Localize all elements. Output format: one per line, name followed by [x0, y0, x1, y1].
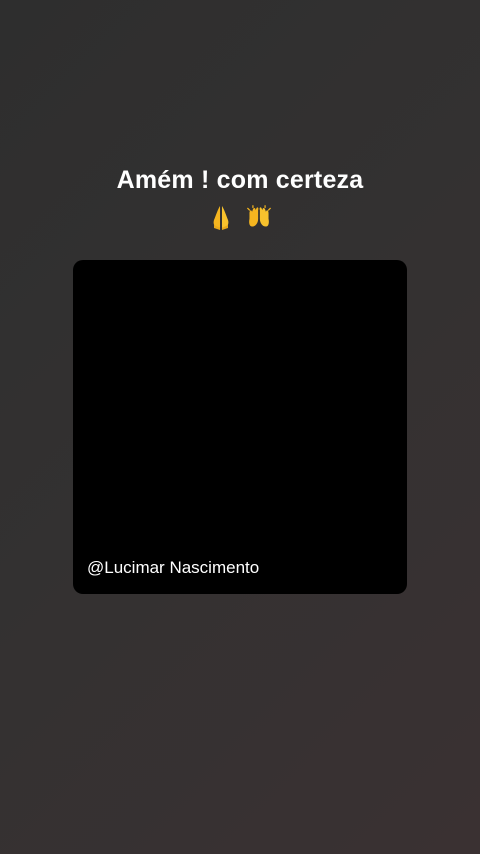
story-caption: Amém ! com certeza [116, 166, 364, 194]
media-card[interactable]: @Lucimar Nascimento [73, 260, 407, 594]
raising-hands-icon [247, 204, 272, 227]
folded-hands-icon [213, 205, 229, 230]
emoji-row [0, 202, 480, 232]
media-credit: @Lucimar Nascimento [87, 558, 260, 577]
